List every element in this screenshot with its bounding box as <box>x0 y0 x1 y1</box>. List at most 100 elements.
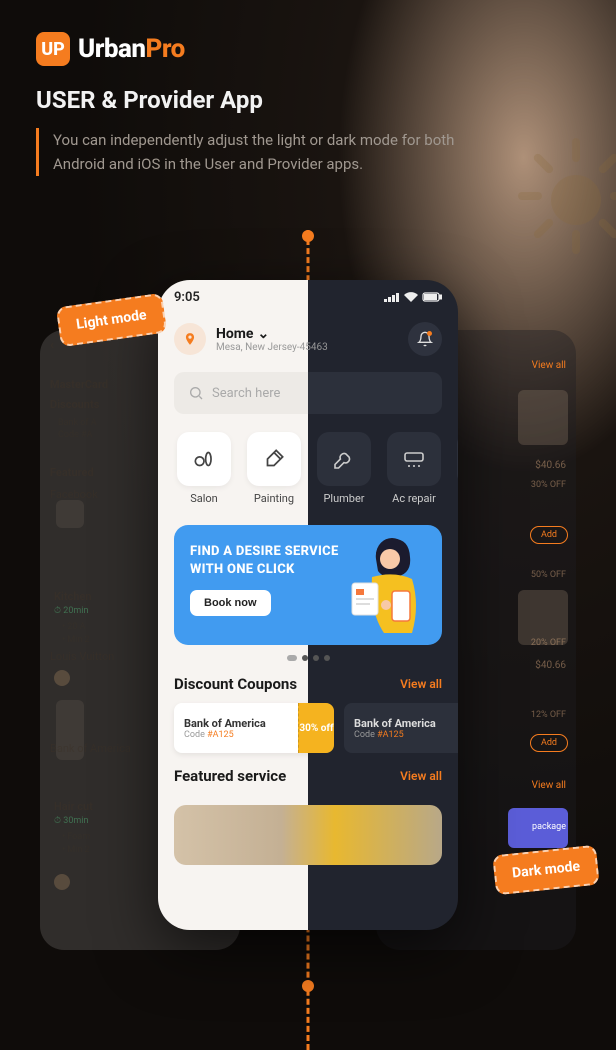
category-row: Salon Painting Plumber Ac repair <box>308 422 458 515</box>
location-pin-icon[interactable] <box>174 323 206 355</box>
featured-image[interactable] <box>174 805 308 865</box>
section-title-featured: Featured service <box>174 767 286 785</box>
add-button: Add <box>530 526 568 544</box>
divider-dot-top <box>302 230 314 242</box>
phone-mockup: 9:05 ▮▮▮ ◉ ▭ Home ⌄ Mesa, New Jersey-454… <box>158 280 458 930</box>
ghost-discount: 30% OFF <box>531 480 566 490</box>
ghost-label: • Foam <box>62 832 90 842</box>
paint-icon <box>247 432 301 486</box>
ghost-label: package <box>532 822 566 832</box>
ghost-label: Discounts <box>50 398 99 411</box>
ghost-discount: 50% OFF <box>531 570 566 580</box>
ghost-discount: 20% OFF <box>531 638 566 648</box>
promo-banner[interactable]: FIND A DESIRE SERVICEWITH ONE CLICK Book… <box>174 525 308 645</box>
coupon-discount-stub: 30% off <box>298 703 308 753</box>
coupon-card[interactable]: Bank of America Code #A125 30% off <box>308 703 334 753</box>
pager-dot[interactable] <box>324 655 330 661</box>
category-car[interactable]: Car <box>454 432 458 505</box>
brand-logo: UP UrbanPro <box>36 32 580 66</box>
salon-icon <box>177 432 231 486</box>
location-address: Mesa, New Jersey-45463 <box>216 342 308 353</box>
ghost-thumbnail <box>518 590 568 645</box>
search-placeholder: Search here <box>212 386 280 401</box>
page-description: You can independently adjust the light o… <box>53 128 493 176</box>
ghost-label: Hair cut <box>54 800 93 813</box>
book-now-button[interactable]: Book now <box>190 590 271 616</box>
ghost-label: • 20 A <box>62 622 86 632</box>
ghost-label: Bank of America <box>50 742 131 755</box>
clock-icon: ⏱ 30min <box>54 816 88 826</box>
featured-image[interactable] <box>308 805 442 865</box>
viewall-featured[interactable]: View all <box>400 769 442 783</box>
ghost-discount: 12% OFF <box>531 710 566 720</box>
avatar <box>54 874 70 890</box>
coupon-card[interactable]: Bank of America Code #A125 30% off <box>174 703 308 753</box>
back-icon: ‹ <box>50 338 54 353</box>
add-button: Add <box>530 734 568 752</box>
coupon-code: Code #A125 <box>354 730 458 740</box>
category-label: Plumber <box>323 492 364 505</box>
notification-button[interactable] <box>408 322 442 356</box>
category-label: Painting <box>254 492 294 505</box>
category-salon[interactable]: Salon <box>174 432 234 505</box>
divider-dot-bottom <box>302 980 314 992</box>
chevron-down-icon: ⌄ <box>257 326 269 342</box>
coupon-row: Bank of America Code #A125 30% off Bank … <box>158 703 308 753</box>
search-icon <box>188 385 204 401</box>
coupon-card[interactable]: Bank of America Code #A125 <box>344 703 458 753</box>
viewall-discounts[interactable]: View all <box>400 677 442 691</box>
wrench-icon <box>317 432 371 486</box>
clock-icon: ⏱ 20min <box>54 606 88 616</box>
ghost-price: $40.66 <box>535 660 566 671</box>
category-plumber[interactable]: Plumber <box>314 432 374 505</box>
status-bar: 9:05 <box>308 280 458 314</box>
viewall-link: View all <box>532 780 566 791</box>
location-selector[interactable]: Home ⌄ Mesa, New Jersey-45463 <box>308 326 398 353</box>
avatar <box>54 670 70 686</box>
coupon-title: Bank of America <box>354 717 458 730</box>
viewall-link: View all <box>532 360 566 371</box>
promo-banner[interactable]: FIND A DESIRE SERVICEWITH ONE CLICK Book… <box>308 525 442 645</box>
coupon-discount-stub: 30% off <box>308 703 334 753</box>
pager-dot[interactable] <box>287 655 297 661</box>
category-ac-repair[interactable]: Ac repair <box>384 432 444 505</box>
car-icon <box>457 432 458 486</box>
ghost-label: Kitchen <box>54 590 91 603</box>
ghost-label: • Min 2 <box>62 635 90 645</box>
location-selector[interactable]: Home ⌄ Mesa, New Jersey-45463 <box>216 326 308 353</box>
category-label: Salon <box>190 492 218 505</box>
location-label: Home <box>216 326 253 342</box>
ghost-thumbnail <box>518 390 568 445</box>
ghost-label: Bank of A <box>58 418 97 428</box>
ghost-label: Featured <box>50 466 94 479</box>
pager-dot[interactable] <box>313 655 319 661</box>
location-address: Mesa, New Jersey-45463 <box>308 342 398 353</box>
coupon-title: Bank of America <box>184 717 288 730</box>
coupon-row: Bank of America Code #A125 30% off Bank … <box>308 703 458 753</box>
ghost-label: MasterCard <box>50 378 108 391</box>
ac-icon <box>387 432 441 486</box>
banner-title: FIND A DESIRE SERVICEWITH ONE CLICK <box>190 543 308 578</box>
notification-dot <box>427 331 432 336</box>
logo-text: UrbanPro <box>78 34 185 64</box>
status-time: 9:05 <box>174 290 200 305</box>
logo-badge: UP <box>36 32 70 66</box>
category-painting[interactable]: Painting <box>244 432 304 505</box>
signal-icon <box>384 292 400 302</box>
wifi-icon <box>404 292 418 302</box>
status-bar: 9:05 ▮▮▮ ◉ ▭ <box>158 280 308 314</box>
search-input[interactable]: Search here <box>174 372 308 414</box>
ghost-label: Code #A <box>58 430 92 440</box>
battery-icon <box>422 292 442 302</box>
ghost-thumbnail <box>56 500 84 528</box>
pager-dot[interactable] <box>302 655 308 661</box>
search-input[interactable]: Search here <box>308 372 442 414</box>
ghost-price: $40.66 <box>535 460 566 471</box>
category-row: Salon Painting Plumber Ac repair <box>158 422 308 515</box>
ghost-label: • Min 2 <box>62 845 90 855</box>
section-title-discounts: Discount Coupons <box>174 675 297 693</box>
ghost-label: Louis Vuitton <box>50 650 114 663</box>
page-title: USER & Provider App <box>36 86 580 114</box>
category-label: Ac repair <box>392 492 436 505</box>
coupon-code: Code #A125 <box>184 730 288 740</box>
